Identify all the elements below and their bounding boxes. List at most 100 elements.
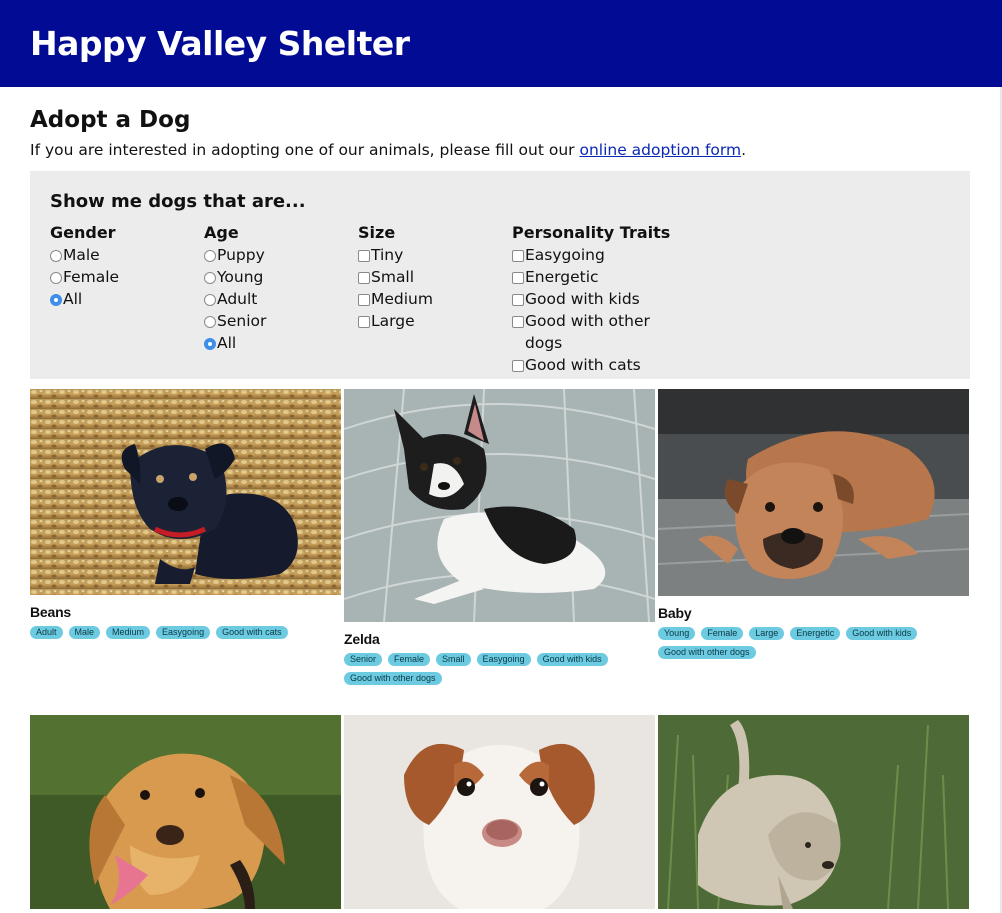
dog-name: Zelda	[344, 631, 380, 647]
trait-tag: Female	[701, 627, 744, 640]
dog-card-zelda[interactable]: Zelda Senior Female Small Easygoing Good wit…	[344, 389, 655, 685]
traits-option[interactable]: Good with cats	[512, 354, 672, 376]
size-label: Size	[358, 223, 396, 242]
dog-photo[interactable]	[344, 715, 655, 909]
traits-option[interactable]: Good with kids	[512, 288, 672, 310]
page-title: Adopt a Dog	[30, 107, 191, 133]
age-option-label: All	[217, 334, 237, 352]
gender-option-label: All	[63, 290, 83, 308]
trait-tag: Good with kids	[846, 627, 918, 640]
traits-filter-group: Personality Traits Easygoing Energetic Goo…	[512, 222, 672, 376]
traits-option[interactable]: Good with other dogs	[512, 310, 672, 354]
radio-button[interactable]	[204, 250, 216, 262]
age-option[interactable]: Adult	[204, 288, 358, 310]
checkbox[interactable]	[358, 272, 370, 284]
radio-button[interactable]	[50, 294, 62, 306]
checkbox[interactable]	[512, 360, 524, 372]
age-option-label: Puppy	[217, 246, 265, 264]
gender-filter-group: Gender Male Female All	[50, 222, 204, 376]
checkbox[interactable]	[358, 316, 370, 328]
traits-option-label: Energetic	[525, 268, 599, 286]
radio-button[interactable]	[50, 250, 62, 262]
checkbox[interactable]	[512, 294, 524, 306]
traits-option-label: Good with cats	[525, 356, 641, 374]
age-option[interactable]: All	[204, 332, 358, 354]
trait-tag: Good with other dogs	[344, 672, 442, 685]
size-option[interactable]: Large	[358, 310, 512, 332]
trait-tag: Medium	[106, 626, 151, 639]
size-option[interactable]: Medium	[358, 288, 512, 310]
age-label: Age	[204, 223, 239, 242]
trait-tag: Young	[658, 627, 696, 640]
adoption-form-link[interactable]: online adoption form	[579, 141, 741, 159]
checkbox[interactable]	[358, 294, 370, 306]
dog-photo[interactable]	[30, 715, 341, 909]
checkbox[interactable]	[358, 250, 370, 262]
gender-option[interactable]: Female	[50, 266, 204, 288]
intro-text-before: If you are interested in adopting one of…	[30, 141, 580, 159]
checkbox[interactable]	[512, 272, 524, 284]
radio-button[interactable]	[204, 294, 216, 306]
dog-name: Beans	[30, 604, 72, 620]
gender-option[interactable]: Male	[50, 244, 204, 266]
dog-card-baby[interactable]: Baby Young Female Large Energetic Good with …	[658, 389, 969, 659]
dog-photo[interactable]	[30, 389, 341, 595]
traits-option[interactable]: Easygoing	[512, 244, 672, 266]
checkbox[interactable]	[512, 250, 524, 262]
age-option[interactable]: Young	[204, 266, 358, 288]
traits-option-label: Good with kids	[525, 290, 640, 308]
dog-grid: Beans Adult Male Medium Easygoing Good with …	[30, 389, 972, 909]
radio-button[interactable]	[204, 338, 216, 350]
dog-photo[interactable]	[344, 389, 655, 622]
size-option-label: Large	[371, 312, 415, 330]
size-filter-group: Size Tiny Small Medium Large	[358, 222, 512, 376]
gender-label: Gender	[50, 223, 116, 242]
size-option[interactable]: Tiny	[358, 244, 512, 266]
age-option[interactable]: Puppy	[204, 244, 358, 266]
intro-text: If you are interested in adopting one of…	[30, 139, 972, 161]
checkbox[interactable]	[512, 316, 524, 328]
dog-tags: Adult Male Medium Easygoing Good with cats	[30, 626, 341, 639]
intro-text-after: .	[741, 141, 747, 159]
size-option-label: Tiny	[371, 246, 404, 264]
radio-button[interactable]	[50, 272, 62, 284]
radio-button[interactable]	[204, 272, 216, 284]
site-title: Happy Valley Shelter	[30, 24, 410, 63]
traits-option[interactable]: Energetic	[512, 266, 672, 288]
dog-photo[interactable]	[658, 389, 969, 596]
age-option-label: Young	[217, 268, 264, 286]
trait-tag: Senior	[344, 653, 383, 666]
radio-button[interactable]	[204, 316, 216, 328]
trait-tag: Good with cats	[216, 626, 288, 639]
dog-card-4[interactable]	[30, 715, 341, 909]
filter-panel: Show me dogs that are... Gender Male Fema…	[30, 171, 970, 379]
dog-photo[interactable]	[658, 715, 969, 909]
gender-option-label: Female	[63, 268, 120, 286]
trait-tag: Good with other dogs	[658, 646, 756, 659]
traits-option-label: Easygoing	[525, 246, 605, 264]
dog-tags: Senior Female Small Easygoing Good with kids…	[344, 653, 655, 685]
trait-tag: Energetic	[790, 627, 841, 640]
dog-name: Baby	[658, 605, 692, 621]
size-option-label: Small	[371, 268, 415, 286]
trait-tag: Easygoing	[156, 626, 211, 639]
site-header: Happy Valley Shelter	[0, 0, 1002, 87]
gender-option[interactable]: All	[50, 288, 204, 310]
dog-card-5[interactable]	[344, 715, 655, 909]
trait-tag: Easygoing	[476, 653, 531, 666]
dog-tags: Young Female Large Energetic Good with kids G…	[658, 627, 969, 659]
size-option[interactable]: Small	[358, 266, 512, 288]
dog-card-beans[interactable]: Beans Adult Male Medium Easygoing Good with …	[30, 389, 341, 639]
trait-tag: Large	[749, 627, 785, 640]
trait-tag: Good with kids	[536, 653, 608, 666]
dog-card-6[interactable]	[658, 715, 969, 909]
filter-heading: Show me dogs that are...	[50, 191, 306, 212]
age-option[interactable]: Senior	[204, 310, 358, 332]
traits-label: Personality Traits	[512, 223, 671, 242]
trait-tag: Female	[388, 653, 431, 666]
age-option-label: Senior	[217, 312, 267, 330]
gender-option-label: Male	[63, 246, 100, 264]
traits-option-label: Good with other dogs	[525, 312, 650, 352]
age-option-label: Adult	[217, 290, 258, 308]
trait-tag: Adult	[30, 626, 63, 639]
